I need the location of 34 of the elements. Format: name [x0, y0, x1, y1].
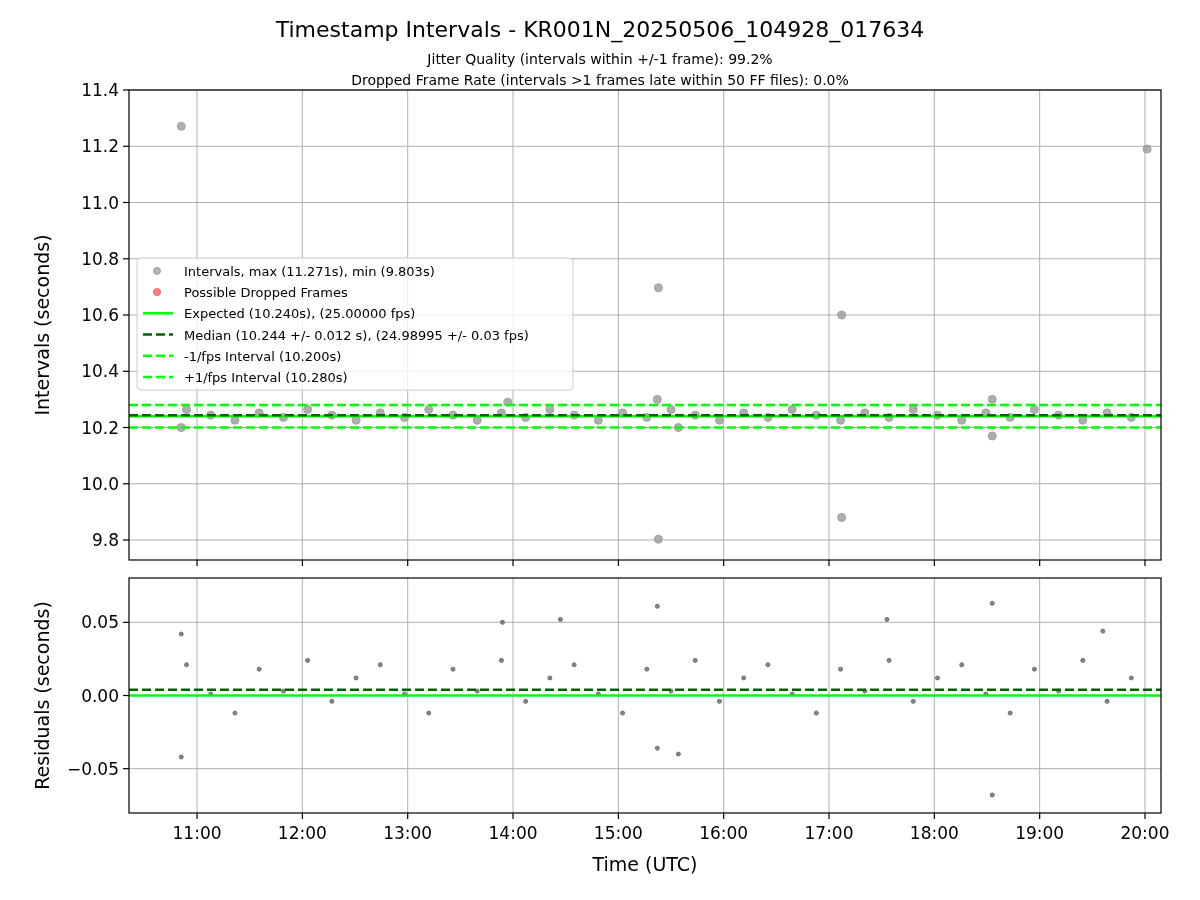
tick-label: 16:00	[699, 823, 749, 843]
tick-label: 10.2	[81, 417, 119, 438]
chart-subtitle: Dropped Frame Rate (intervals >1 frames late within 50 FF files): 0.0%	[351, 72, 849, 88]
tick-label: 12:00	[277, 823, 327, 843]
tick-label: 14:00	[488, 823, 538, 843]
axis-label: Intervals (seconds)	[31, 234, 53, 416]
tick-label: 19:00	[1015, 823, 1065, 843]
legend-label: +1/fps Interval (10.280s)	[184, 369, 348, 385]
tick-label: 0.00	[81, 685, 119, 706]
chart-title: Timestamp Intervals - KR001N_20250506_104928_017634	[275, 17, 925, 42]
tick-label: 10.4	[81, 361, 119, 382]
tick-label: −0.05	[66, 758, 119, 779]
legend-label: -1/fps Interval (10.200s)	[184, 348, 342, 364]
tick-label: 10.0	[81, 473, 119, 494]
axis-label: Residuals (seconds)	[31, 601, 53, 790]
tick-label: 9.8	[91, 530, 119, 551]
tick-label: 10.6	[81, 305, 119, 325]
tick-label: 11.2	[81, 136, 119, 157]
tick-label: 11.4	[81, 80, 119, 100]
axis-label: Time (UTC)	[592, 853, 698, 875]
tick-label: 20:00	[1120, 823, 1170, 843]
tick-label: 11:00	[172, 823, 222, 843]
legend-label: Possible Dropped Frames	[184, 285, 348, 301]
tick-label: 17:00	[804, 823, 854, 843]
tick-label: 18:00	[909, 823, 959, 843]
legend-label: Intervals, max (11.271s), min (9.803s)	[184, 263, 435, 279]
tick-label: 13:00	[383, 823, 433, 843]
legend-label: Median (10.244 +/- 0.012 s), (24.98995 +/- 0.03 fps)	[184, 327, 529, 343]
chart-subtitle: Jitter Quality (intervals within +/-1 frame): 99.2%	[427, 51, 773, 67]
tick-label: 11.0	[81, 192, 119, 213]
tick-label: 0.05	[81, 612, 119, 633]
tick-label: 10.8	[81, 248, 119, 269]
legend-label: Expected (10.240s), (25.00000 fps)	[184, 306, 416, 322]
tick-label: 15:00	[593, 823, 643, 843]
